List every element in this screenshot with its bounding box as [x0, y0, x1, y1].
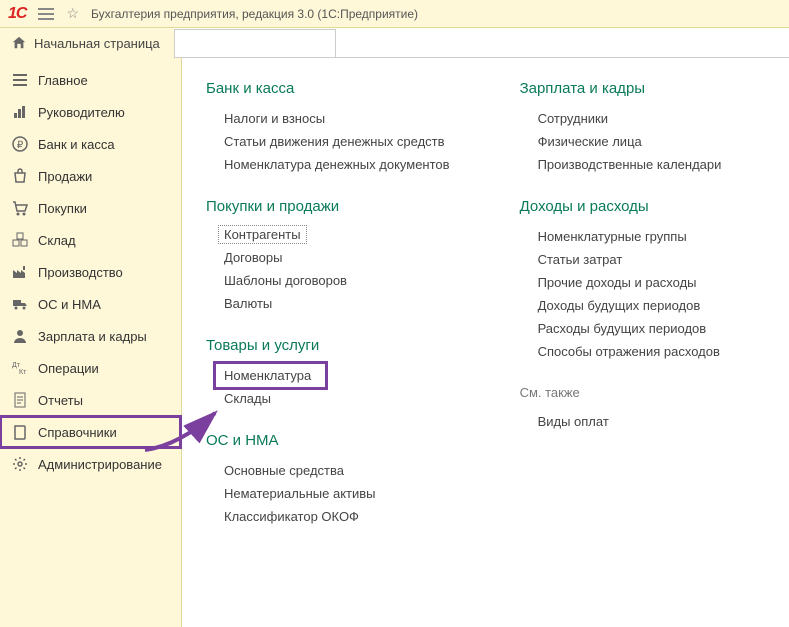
link-list: Номенклатурные группыСтатьи затратПрочие…: [520, 225, 722, 363]
link-item[interactable]: Основные средства: [206, 459, 450, 482]
book-icon: [12, 424, 28, 440]
sidebar-item-12[interactable]: Администрирование: [0, 448, 181, 480]
truck-icon: [12, 296, 28, 312]
logo-1c: 1C: [8, 5, 26, 23]
link-item[interactable]: Договоры: [206, 246, 450, 269]
sidebar-item-label: Администрирование: [38, 457, 162, 472]
sidebar-item-6[interactable]: Производство: [0, 256, 181, 288]
section-title: ОС и НМА: [206, 432, 450, 449]
sidebar-item-7[interactable]: ОС и НМА: [0, 288, 181, 320]
menu-icon: [12, 72, 28, 88]
dtht-icon: ДтКт: [12, 360, 28, 376]
boxes-icon: [12, 232, 28, 248]
sidebar-item-label: ОС и НМА: [38, 297, 101, 312]
home-icon: [12, 36, 26, 50]
sidebar-item-2[interactable]: ₽ Банк и касса: [0, 128, 181, 160]
section: Товары и услуги НоменклатураСклады: [206, 337, 450, 410]
top-row: Начальная страница: [0, 28, 789, 58]
link-item[interactable]: Налоги и взносы: [206, 107, 450, 130]
report-icon: [12, 392, 28, 408]
tab-blank[interactable]: [174, 29, 336, 57]
link-item[interactable]: Номенклатурные группы: [520, 225, 722, 248]
ruble-icon: ₽: [12, 136, 28, 152]
section: Зарплата и кадры СотрудникиФизические лиц…: [520, 80, 722, 176]
sidebar-item-1[interactable]: Руководителю: [0, 96, 181, 128]
sidebar-item-label: Главное: [38, 73, 88, 88]
sidebar-item-8[interactable]: Зарплата и кадры: [0, 320, 181, 352]
sidebar-item-5[interactable]: Склад: [0, 224, 181, 256]
section: Банк и касса Налоги и взносыСтатьи движен…: [206, 80, 450, 176]
section-title: Покупки и продажи: [206, 198, 450, 215]
svg-text:Кт: Кт: [19, 369, 27, 376]
link-item[interactable]: Прочие доходы и расходы: [520, 271, 722, 294]
app-title: Бухгалтерия предприятия, редакция 3.0 (1…: [91, 7, 418, 21]
link-item[interactable]: Сотрудники: [520, 107, 722, 130]
section-title: Товары и услуги: [206, 337, 450, 354]
sidebar-item-4[interactable]: Покупки: [0, 192, 181, 224]
cart-icon: [12, 200, 28, 216]
svg-text:Дт: Дт: [12, 362, 21, 369]
link-item[interactable]: Производственные календари: [520, 153, 722, 176]
bag-icon: [12, 168, 28, 184]
chart-icon: [12, 104, 28, 120]
sidebar-item-3[interactable]: Продажи: [0, 160, 181, 192]
section-title: Зарплата и кадры: [520, 80, 722, 97]
sidebar-item-0[interactable]: Главное: [0, 64, 181, 96]
link-list: Контрагенты ДоговорыШаблоны договоровВалю…: [206, 225, 450, 315]
section: Доходы и расходы Номенклатурные группыСта…: [520, 198, 722, 363]
home-label: Начальная страница: [34, 36, 160, 51]
section: Покупки и продажи Контрагенты ДоговорыШабл…: [206, 198, 450, 315]
home-link[interactable]: Начальная страница: [0, 28, 172, 58]
link-list: Виды оплат: [520, 410, 722, 433]
star-icon[interactable]: ☆: [66, 5, 79, 22]
link-item[interactable]: Расходы будущих периодов: [520, 317, 722, 340]
sidebar-item-label: Покупки: [38, 201, 87, 216]
link-item[interactable]: Классификатор ОКОФ: [206, 505, 450, 528]
link-item[interactable]: Валюты: [206, 292, 450, 315]
sidebar: Главное Руководителю ₽ Банк и касса Продажи П…: [0, 58, 182, 627]
sidebar-item-label: Отчеты: [38, 393, 83, 408]
link-list: СотрудникиФизические лицаПроизводственны…: [520, 107, 722, 176]
sidebar-item-label: Продажи: [38, 169, 92, 184]
hamburger-icon[interactable]: [38, 8, 54, 20]
gear-icon: [12, 456, 28, 472]
link-list: НоменклатураСклады: [206, 364, 450, 410]
sidebar-item-label: Операции: [38, 361, 99, 376]
link-item[interactable]: Доходы будущих периодов: [520, 294, 722, 317]
link-item[interactable]: Способы отражения расходов: [520, 340, 722, 363]
section-title: Доходы и расходы: [520, 198, 722, 215]
sidebar-item-9[interactable]: ДтКт Операции: [0, 352, 181, 384]
sidebar-item-label: Склад: [38, 233, 76, 248]
main-panel: Банк и касса Налоги и взносыСтатьи движен…: [182, 58, 789, 627]
factory-icon: [12, 264, 28, 280]
sidebar-item-10[interactable]: Отчеты: [0, 384, 181, 416]
sidebar-item-11[interactable]: Справочники: [0, 416, 181, 448]
tab-strip: [174, 28, 789, 58]
sidebar-item-label: Производство: [38, 265, 123, 280]
link-list: Налоги и взносыСтатьи движения денежных …: [206, 107, 450, 176]
sidebar-item-label: Банк и касса: [38, 137, 115, 152]
section: ОС и НМА Основные средстваНематериальные …: [206, 432, 450, 528]
section-title: Банк и касса: [206, 80, 450, 97]
svg-text:₽: ₽: [17, 140, 24, 151]
sidebar-item-label: Зарплата и кадры: [38, 329, 147, 344]
person-icon: [12, 328, 28, 344]
link-list: Основные средстваНематериальные активыКл…: [206, 459, 450, 528]
see-also-label: См. также: [520, 385, 722, 400]
link-item[interactable]: Виды оплат: [520, 410, 722, 433]
titlebar: 1C ☆ Бухгалтерия предприятия, редакция 3…: [0, 0, 789, 28]
link-item[interactable]: Статьи затрат: [520, 248, 722, 271]
link-item[interactable]: Номенклатура: [216, 364, 325, 387]
sidebar-item-label: Руководителю: [38, 105, 125, 120]
link-item[interactable]: Склады: [206, 387, 450, 410]
link-item[interactable]: Нематериальные активы: [206, 482, 450, 505]
link-item[interactable]: Контрагенты: [218, 225, 307, 244]
see-also-section: См. также Виды оплат: [520, 385, 722, 433]
link-item[interactable]: Физические лица: [520, 130, 722, 153]
link-item[interactable]: Статьи движения денежных средств: [206, 130, 450, 153]
link-item[interactable]: Шаблоны договоров: [206, 269, 450, 292]
sidebar-item-label: Справочники: [38, 425, 117, 440]
link-item[interactable]: Номенклатура денежных документов: [206, 153, 450, 176]
